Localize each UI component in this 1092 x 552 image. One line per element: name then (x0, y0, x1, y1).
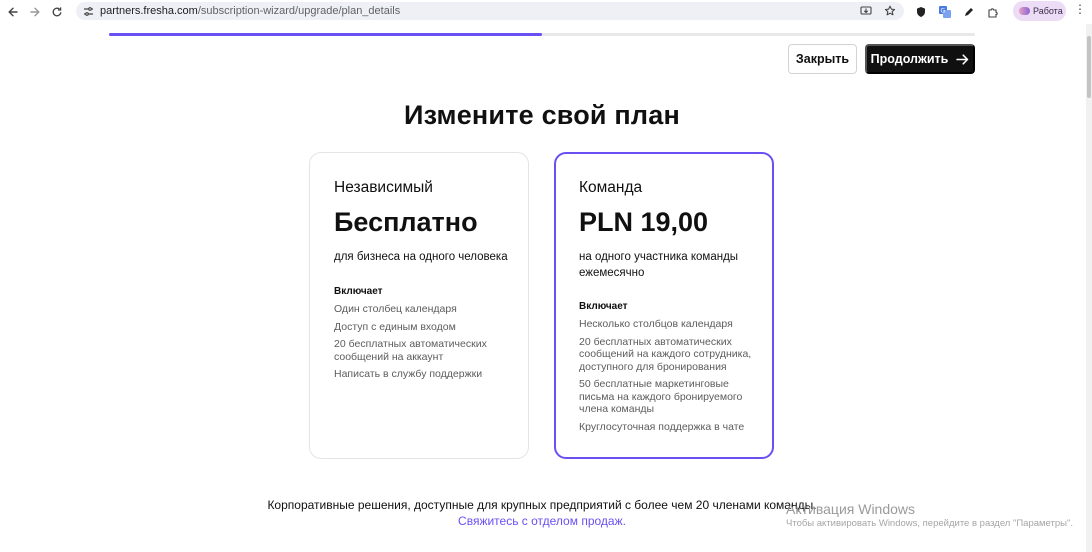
plan-card-independent[interactable]: Независимый Бесплатно для бизнеса на одн… (309, 152, 529, 459)
windows-activation-title: Активация Windows (786, 501, 916, 517)
address-bar[interactable]: partners.fresha.com/subscription-wizard/… (76, 2, 904, 20)
page-content: Закрыть Продолжить Измените свой план Не… (0, 24, 1086, 552)
menu-button[interactable]: ⋮ (1074, 2, 1086, 20)
profile-label: Работа (1033, 6, 1063, 16)
feature-item: 20 бесплатных автоматических сообщений н… (334, 338, 487, 363)
reload-icon (52, 7, 62, 17)
url-host: partners.fresha.com (100, 5, 198, 17)
url-path: /subscription-wizard/upgrade/plan_detail… (197, 5, 401, 17)
arrow-left-icon (8, 7, 18, 17)
windows-activation-subtitle: Чтобы активировать Windows, перейдите в … (786, 518, 1073, 529)
tune-icon (83, 6, 93, 16)
feature-item: 50 бесплатные маркетинговые письма на ка… (579, 378, 743, 415)
back-button[interactable] (2, 1, 24, 23)
wizard-progress-fill (109, 33, 542, 36)
page-scrollbar[interactable] (1086, 24, 1092, 552)
feature-list: Несколько столбцов календаря 20 бесплатн… (579, 318, 764, 438)
shield-extension-button[interactable] (912, 3, 930, 21)
close-button[interactable]: Закрыть (788, 44, 857, 74)
feature-list: Один столбец календаря Доступ с единым в… (334, 303, 514, 386)
wizard-progress-bar (109, 33, 975, 36)
enterprise-text: Корпоративные решения, доступные для кру… (267, 498, 817, 512)
page-title: Измените свой план (403, 100, 681, 130)
install-app-button[interactable] (858, 3, 874, 19)
avatar (1019, 7, 1030, 15)
feature-item: Доступ с единым входом (334, 320, 456, 333)
feature-item: 20 бесплатных автоматических сообщений н… (579, 335, 752, 373)
arrow-right-icon (956, 53, 969, 65)
plan-name: Команда (579, 179, 643, 196)
translate-icon: G (939, 6, 951, 18)
translate-extension-button[interactable]: G (936, 3, 954, 21)
feature-item: Несколько столбцов календаря (579, 318, 733, 330)
forward-button[interactable] (24, 1, 46, 23)
plan-name: Независимый (334, 179, 433, 196)
reload-button[interactable] (46, 1, 68, 23)
feature-item: Написать в службу поддержки (334, 368, 483, 380)
install-app-icon (860, 6, 872, 15)
pen-extension-button[interactable] (960, 3, 978, 21)
pen-icon (965, 8, 973, 16)
site-info-button[interactable] (80, 3, 96, 19)
browser-toolbar: partners.fresha.com/subscription-wizard/… (0, 0, 1092, 24)
url-text: partners.fresha.com/subscription-wizard/… (100, 5, 400, 17)
includes-label: Включает (334, 286, 383, 297)
extensions-button[interactable] (984, 3, 1002, 21)
kebab-menu-icon: ⋮ (1074, 2, 1086, 16)
plan-price: Бесплатно (334, 207, 478, 237)
feature-item: Один столбец календаря (334, 303, 457, 315)
includes-label: Включает (579, 301, 628, 312)
plan-card-team[interactable]: Команда PLN 19,00 на одного участника ко… (554, 152, 774, 459)
feature-item: Круглосуточная поддержка в чате (579, 420, 745, 433)
bookmark-button[interactable] (882, 3, 898, 19)
puzzle-icon (988, 8, 998, 18)
plan-price: PLN 19,00 (579, 207, 709, 237)
star-icon (884, 5, 896, 16)
plan-description: для бизнеса на одного человека (334, 251, 508, 263)
continue-label: Продолжить (870, 52, 949, 66)
profile-button[interactable]: Работа (1013, 1, 1066, 21)
scrollbar-thumb[interactable] (1087, 36, 1091, 98)
shield-extension-icon (917, 7, 925, 17)
continue-button[interactable]: Продолжить (865, 44, 975, 74)
plan-description: на одного участника команды ежемесячно (579, 251, 739, 279)
arrow-right-icon (30, 7, 40, 17)
svg-text:G: G (941, 8, 946, 15)
